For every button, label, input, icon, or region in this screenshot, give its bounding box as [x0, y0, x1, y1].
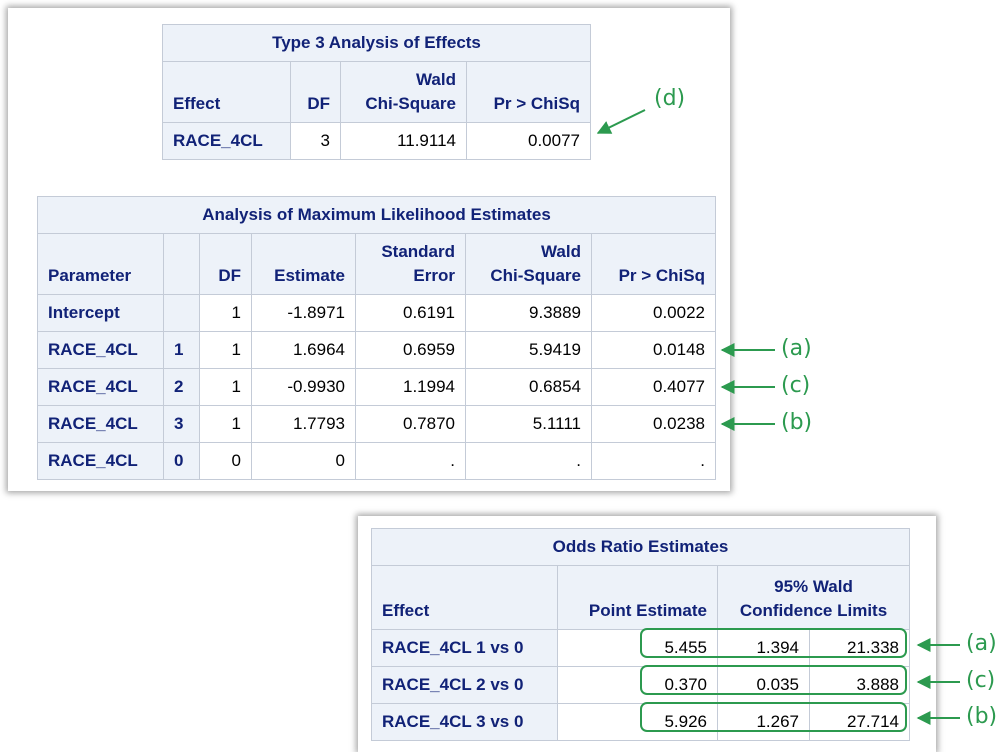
callout-or-b: (b): [966, 704, 998, 729]
callout-or-a: (a): [966, 631, 997, 656]
annotation-arrows: [596, 109, 960, 725]
callout-mle-c: (c): [781, 373, 811, 398]
callout-mle-b: (b): [781, 410, 813, 435]
callout-d: (d): [654, 86, 686, 111]
arrow-d: [596, 109, 646, 134]
callout-mle-a: (a): [781, 336, 812, 361]
callout-or-c: (c): [966, 668, 996, 693]
